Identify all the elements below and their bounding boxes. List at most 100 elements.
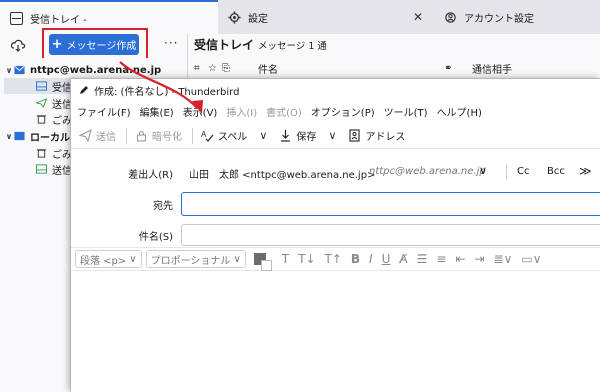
paragraph-format-select[interactable]: 段落 <p> ∨ <box>75 250 142 268</box>
folder-sent-label: 送信 <box>52 99 72 111</box>
to-input[interactable] <box>181 192 600 216</box>
address-label: アドレス <box>365 132 406 143</box>
tab-account-settings[interactable]: アカウント設定 <box>444 0 600 34</box>
paragraph-format-value: 段落 <p> <box>80 255 127 267</box>
local-trash[interactable]: ごみ <box>36 145 72 161</box>
chevron-down-icon: ∨ <box>129 253 137 265</box>
trash-icon <box>36 149 47 158</box>
pen-icon <box>80 86 88 94</box>
toolbar-separator <box>192 127 193 144</box>
numbered-list-icon[interactable]: ≡ <box>436 252 446 266</box>
format-toolbar: 段落 <p> ∨ プロポーショナル ∨ T T↓ T↑ B I U A̸ ☰ ≡… <box>71 247 600 271</box>
message-body-editor[interactable] <box>71 272 600 392</box>
font-size-icon[interactable]: T <box>282 252 289 266</box>
italic-icon[interactable]: I <box>369 252 373 266</box>
folder-trash[interactable]: ごみ <box>36 111 72 127</box>
account-row[interactable]: ∨ nttpc@web.arena.ne.jp <box>4 62 161 78</box>
align-icon[interactable]: ≣∨ <box>494 252 513 266</box>
from-select[interactable]: 山田 太郎 <nttpc@web.arena.ne.jp> <box>189 166 375 181</box>
encrypt-button[interactable]: 暗号化 <box>135 128 182 143</box>
toolbar-separator <box>126 127 127 144</box>
local-outbox-label: 送信 <box>52 165 72 177</box>
thread-column-icon[interactable]: ⌗ <box>194 63 206 74</box>
cc-button[interactable]: Cc <box>517 166 529 177</box>
subject-input[interactable] <box>181 224 600 246</box>
local-folders-label: ローカル <box>30 132 70 144</box>
star-column-icon[interactable]: ☆ <box>208 63 220 74</box>
save-label: 保存 <box>296 132 317 143</box>
spell-menu-chevron-icon[interactable]: ∨ <box>259 129 267 142</box>
indent-icon[interactable]: ⇥ <box>475 252 485 266</box>
outdent-icon[interactable]: ⇤ <box>455 252 465 266</box>
subject-label: 件名(S) <box>138 232 173 243</box>
menu-view[interactable]: 表示(V) <box>183 104 218 119</box>
message-list-header: ⌗ ☆ ⎘ 件名 ⚭ 通信相手 <box>188 58 600 80</box>
decrease-font-icon[interactable]: T↓ <box>298 252 315 266</box>
header-separator <box>506 165 507 179</box>
read-column-icon[interactable]: ⚭ <box>444 63 464 74</box>
compose-title-bar: 作成: (件名なし) - Thunderbird <box>71 79 600 101</box>
inbox-icon <box>10 11 23 25</box>
tab-inbox-label: 受信トレイ - <box>30 14 87 26</box>
local-outbox[interactable]: 送信 <box>36 161 72 177</box>
underline-icon[interactable]: U <box>382 252 391 266</box>
send-button[interactable]: 送信 <box>79 128 116 143</box>
from-identity: nttpc@web.arena.ne.jp <box>369 166 486 177</box>
menu-options[interactable]: オプション(P) <box>311 104 375 119</box>
spell-button[interactable]: A スペル <box>201 128 247 143</box>
menu-format[interactable]: 書式(O) <box>266 104 302 119</box>
lock-icon <box>136 130 147 142</box>
compose-menubar: ファイル(F) 編集(E) 表示(V) 挿入(I) 書式(O) オプション(P)… <box>71 101 600 121</box>
local-folders-row[interactable]: ∨ ローカル <box>4 128 70 144</box>
bulleted-list-icon[interactable]: ☰ <box>417 252 428 266</box>
attachment-column-icon[interactable]: ⎘ <box>222 63 234 74</box>
folder-trash-label: ごみ <box>52 115 72 127</box>
compose-toolbar: 送信 暗号化 A スペル ∨ 保存 ∨ アドレス <box>71 123 600 149</box>
message-count: メッセージ 1 通 <box>258 41 327 52</box>
save-menu-chevron-icon[interactable]: ∨ <box>328 129 336 142</box>
send-icon <box>79 129 92 142</box>
encrypt-label: 暗号化 <box>152 132 182 143</box>
download-icon <box>281 130 291 142</box>
spellcheck-icon: A <box>201 130 214 142</box>
menu-tools[interactable]: ツール(T) <box>384 104 428 119</box>
menu-insert[interactable]: 挿入(I) <box>226 104 257 119</box>
local-trash-label: ごみ <box>52 149 72 161</box>
inbox-folder-icon <box>36 81 47 91</box>
increase-font-icon[interactable]: T↑ <box>325 252 342 266</box>
get-messages-icon[interactable] <box>10 38 26 52</box>
collapse-icon[interactable]: ∨ <box>4 132 14 141</box>
local-folder-icon <box>14 131 25 141</box>
gear-icon <box>228 10 241 24</box>
insert-icon[interactable]: ▭∨ <box>521 252 541 266</box>
bold-icon[interactable]: B <box>351 252 360 266</box>
outbox-icon <box>36 164 47 174</box>
more-options-button[interactable]: ··· <box>164 36 178 50</box>
to-label: 宛先 <box>153 201 173 212</box>
bcc-button[interactable]: Bcc <box>547 166 565 177</box>
folder-sent[interactable]: 送信 <box>36 95 72 111</box>
text-color-picker[interactable] <box>253 253 272 271</box>
close-icon[interactable]: ✕ <box>413 10 423 24</box>
column-subject[interactable]: 件名 <box>258 61 418 76</box>
menu-edit[interactable]: 編集(E) <box>140 104 174 119</box>
menu-help[interactable]: ヘルプ(H) <box>437 104 482 119</box>
from-label: 差出人(R) <box>128 170 173 181</box>
tab-settings-label: 設定 <box>248 13 268 25</box>
tab-settings[interactable]: 設定 <box>228 0 428 34</box>
more-recipients-button[interactable]: ≫ <box>579 164 592 178</box>
compose-window: 作成: (件名なし) - Thunderbird ファイル(F) 編集(E) 表… <box>70 78 600 392</box>
address-book-button[interactable]: アドレス <box>348 128 405 143</box>
clear-format-icon[interactable]: A̸ <box>399 252 407 266</box>
svg-text:A: A <box>201 130 207 139</box>
font-value: プロポーショナル <box>150 255 231 267</box>
annotation-highlight-box <box>42 28 148 61</box>
mail-account-icon <box>14 65 25 75</box>
address-book-icon <box>349 129 360 142</box>
menu-file[interactable]: ファイル(F) <box>77 104 131 119</box>
save-button[interactable]: 保存 <box>279 128 316 143</box>
column-correspondent[interactable]: 通信相手 <box>472 61 512 76</box>
collapse-icon[interactable]: ∨ <box>4 66 14 75</box>
from-chevron-icon[interactable]: ∨ <box>479 164 487 177</box>
font-select[interactable]: プロポーショナル ∨ <box>145 250 246 268</box>
